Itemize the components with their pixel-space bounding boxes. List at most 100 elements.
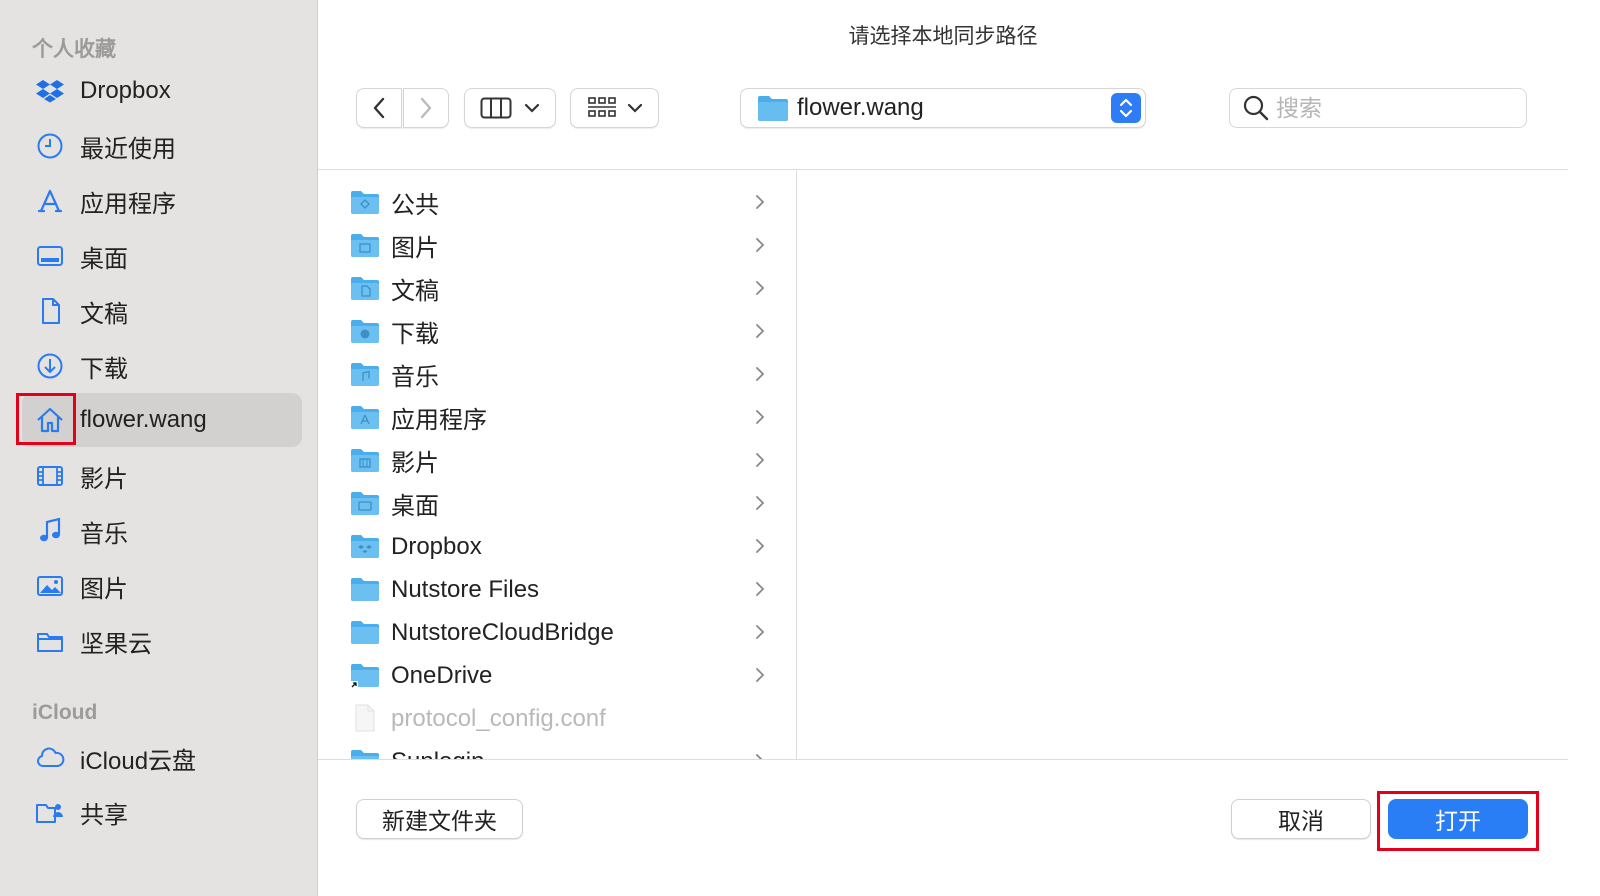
search-field[interactable] [1229, 88, 1527, 128]
chevron-right-icon [756, 668, 765, 682]
file-row[interactable]: Sunlogin [318, 740, 796, 759]
sidebar-item-label: 共享 [80, 801, 128, 829]
search-icon [1243, 95, 1269, 121]
sidebar-item-label: Dropbox [80, 77, 171, 104]
footer-divider [318, 759, 1568, 760]
file-row[interactable]: NutstoreCloudBridge [318, 611, 796, 654]
sidebar-item-recents[interactable]: 最近使用 [22, 119, 302, 173]
sidebar: 个人收藏 Dropbox 最近使用 应用程序 桌面 文稿 下载 flower.w… [0, 0, 318, 896]
file-row[interactable]: 应用程序 [318, 396, 796, 439]
highlight-home-icon [16, 393, 76, 445]
file-name: 公共 [391, 192, 439, 219]
sidebar-item-label: 最近使用 [80, 135, 176, 163]
chevron-right-icon [756, 625, 765, 639]
file-name: Dropbox [391, 532, 482, 560]
chevron-right-icon [756, 195, 765, 209]
file-icon [355, 704, 375, 732]
chevron-right-icon [756, 410, 765, 424]
group-button[interactable] [570, 88, 659, 128]
photo-icon [32, 568, 68, 604]
desktop-icon [32, 238, 68, 274]
movies-folder-icon [351, 449, 379, 472]
sidebar-item-label: 影片 [80, 465, 128, 493]
file-row[interactable]: 公共 [318, 181, 796, 224]
chevron-down-icon [524, 103, 540, 113]
cancel-button[interactable]: 取消 [1231, 799, 1371, 839]
grid-icon [587, 97, 616, 117]
cloud-icon [32, 740, 68, 776]
music-note-icon [32, 513, 68, 549]
back-button[interactable] [356, 88, 402, 128]
file-name: OneDrive [391, 661, 493, 689]
documents-folder-icon [351, 277, 379, 300]
chevron-left-icon [373, 97, 385, 119]
chevron-right-icon [756, 281, 765, 295]
view-mode-button[interactable] [464, 88, 556, 128]
chevron-down-icon [627, 103, 642, 113]
folder-icon [32, 623, 68, 659]
sidebar-item-applications[interactable]: 应用程序 [22, 174, 302, 228]
chevron-right-icon [420, 97, 432, 119]
file-row: protocol_config.conf [318, 697, 796, 740]
file-name: 桌面 [391, 493, 439, 520]
file-row[interactable]: Dropbox [318, 525, 796, 568]
document-icon [32, 293, 68, 329]
sidebar-item-downloads[interactable]: 下载 [22, 339, 302, 393]
location-label: flower.wang [797, 94, 924, 121]
sidebar-item-shared[interactable]: 共享 [22, 785, 302, 839]
sidebar-item-label: iCloud云盘 [80, 747, 197, 775]
chevron-right-icon [756, 539, 765, 553]
dialog-title: 请选择本地同步路径 [848, 25, 1038, 48]
file-row[interactable]: OneDrive [318, 654, 796, 697]
sidebar-item-nutstore[interactable]: 坚果云 [22, 614, 302, 668]
clock-icon [32, 128, 68, 164]
search-input[interactable] [1276, 94, 1516, 122]
sidebar-item-label: 音乐 [80, 520, 128, 548]
applications-icon [32, 183, 68, 219]
sidebar-item-label: 应用程序 [80, 190, 176, 218]
applications-folder-icon [351, 406, 379, 429]
highlight-open-button [1377, 791, 1539, 851]
desktop-folder-icon [351, 492, 379, 515]
column-divider [796, 170, 797, 760]
file-row[interactable]: 图片 [318, 224, 796, 267]
public-folder-icon [351, 191, 379, 214]
sidebar-header-icloud: iCloud [32, 701, 98, 724]
file-name: Nutstore Files [391, 575, 540, 603]
file-row[interactable]: 下载 [318, 310, 796, 353]
file-row[interactable]: 桌面 [318, 482, 796, 525]
forward-button[interactable] [403, 88, 449, 128]
dropbox-icon [32, 73, 68, 109]
sidebar-item-documents[interactable]: 文稿 [22, 284, 302, 338]
pictures-folder-icon [351, 234, 379, 257]
file-name: 图片 [391, 235, 439, 262]
chevron-right-icon [756, 324, 765, 338]
sidebar-item-label: 文稿 [80, 300, 128, 328]
chevron-right-icon [756, 367, 765, 381]
sidebar-item-dropbox[interactable]: Dropbox [22, 64, 302, 118]
sidebar-item-icloud-drive[interactable]: iCloud云盘 [22, 731, 302, 785]
sidebar-item-desktop[interactable]: 桌面 [22, 229, 302, 283]
chevron-right-icon [756, 754, 763, 759]
file-name: 应用程序 [391, 407, 487, 434]
columns-view-icon [480, 97, 512, 119]
file-row[interactable]: 文稿 [318, 267, 796, 310]
sidebar-item-music[interactable]: 音乐 [22, 504, 302, 558]
folder-icon [351, 750, 379, 759]
sidebar-item-movies[interactable]: 影片 [22, 449, 302, 503]
file-name: Sunlogin [391, 748, 484, 760]
sidebar-item-pictures[interactable]: 图片 [22, 559, 302, 613]
alias-folder-icon [350, 664, 379, 689]
chevron-right-icon [756, 238, 765, 252]
file-name: 影片 [391, 450, 439, 477]
file-name: NutstoreCloudBridge [391, 618, 614, 646]
up-down-stepper-icon [1111, 93, 1141, 123]
file-row[interactable]: 音乐 [318, 353, 796, 396]
new-folder-button[interactable]: 新建文件夹 [356, 799, 523, 839]
download-icon [32, 348, 68, 384]
chevron-right-icon [756, 582, 765, 596]
file-row[interactable]: Nutstore Files [318, 568, 796, 611]
sidebar-item-label: 图片 [80, 575, 128, 603]
location-popup[interactable]: flower.wang [740, 88, 1146, 128]
file-row[interactable]: 影片 [318, 439, 796, 482]
